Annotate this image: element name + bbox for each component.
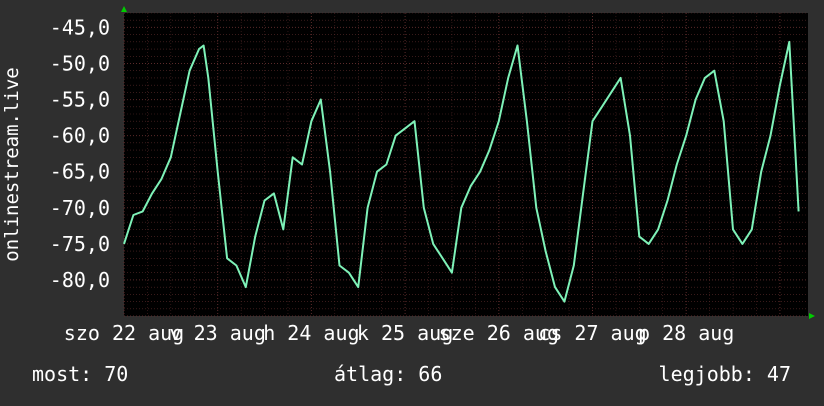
chart: -80,0 -75,0 -70,0 -65,0 -60,0 -55,0 -50,0 -45,0… [1,6,815,345]
x-tick-label: cs 27 aug [538,321,646,345]
legend-best: legjobb: 47 [658,362,791,386]
x-tick-label: v 23 aug [170,321,266,345]
y-axis-arrow-icon [121,6,127,12]
y-tick-label: -80,0 [50,268,110,292]
y-axis-label: onlinestream.live [1,67,23,261]
x-tick-label: p 28 aug [638,321,734,345]
legend-current: most: 70 [32,362,129,386]
y-tick-label: -55,0 [50,88,110,112]
y-tick-label: -70,0 [50,196,110,220]
x-tick-label: h 24 aug [263,321,359,345]
chart-stage: -80,0 -75,0 -70,0 -65,0 -60,0 -55,0 -50,0 -45,0… [0,0,824,402]
y-tick-label: -65,0 [50,160,110,184]
legend-average: átlag: 66 [334,362,443,386]
y-tick-label: -45,0 [50,15,110,39]
y-tick-label: -75,0 [50,232,110,256]
x-axis-arrow-icon [809,313,815,319]
y-axis-ticks: -80,0 -75,0 -70,0 -65,0 -60,0 -55,0 -50,0 -45,0 [50,15,110,292]
x-tick-label: szo 22 aug [64,321,184,345]
y-tick-label: -60,0 [50,124,110,148]
x-axis-ticks: szo 22 augv 23 augh 24 augk 25 augsze 26… [64,321,735,345]
y-tick-label: -50,0 [50,52,110,76]
